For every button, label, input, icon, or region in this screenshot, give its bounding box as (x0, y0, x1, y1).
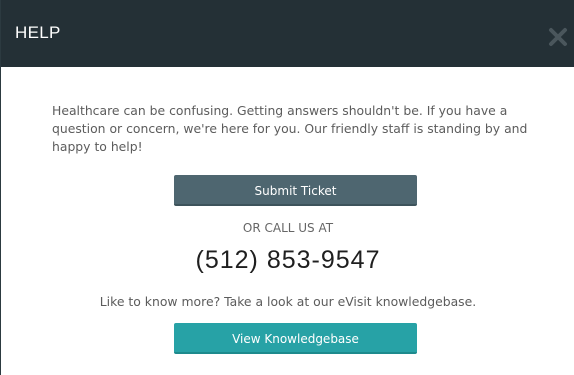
close-icon[interactable] (547, 26, 569, 48)
knowledgebase-text: Like to know more? Take a look at our eV… (99, 294, 477, 309)
view-knowledgebase-button[interactable]: View Knowledgebase (174, 323, 417, 354)
or-call-label: OR CALL US AT (242, 221, 334, 235)
intro-text: Healthcare can be confusing. Getting ans… (52, 103, 528, 154)
submit-ticket-button[interactable]: Submit Ticket (174, 175, 417, 206)
dialog-header: HELP (1, 0, 574, 67)
help-dialog: HELP Healthcare can be confusing. Gettin… (0, 0, 574, 375)
phone-number: (512) 853-9547 (195, 246, 381, 274)
dialog-title: HELP (15, 23, 61, 42)
